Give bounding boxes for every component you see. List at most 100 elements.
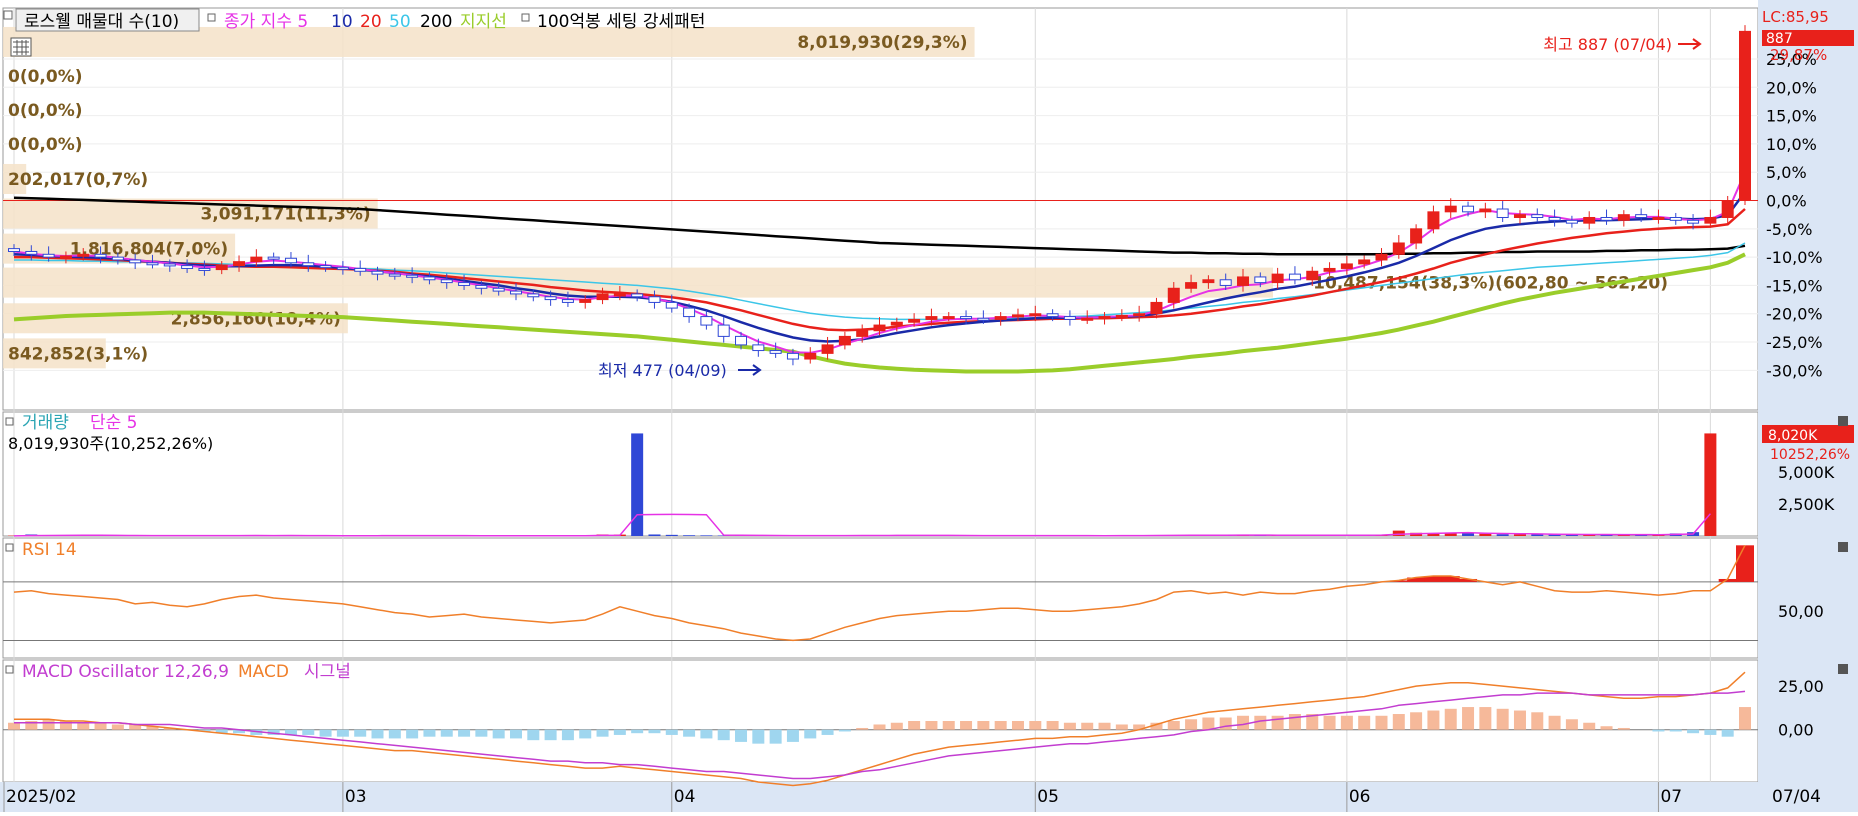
candle-body (1272, 274, 1283, 282)
candle-body (961, 317, 972, 319)
macd-osc-bar (995, 721, 1007, 730)
macd-osc-bar (1324, 716, 1336, 730)
macd-osc-bar (770, 730, 782, 744)
macd-osc-bar (320, 730, 332, 737)
high-annotation: 최고 887 (07/04) (1543, 35, 1672, 54)
close-icon[interactable] (1838, 664, 1848, 674)
candle-body (1653, 217, 1664, 219)
macd-osc-bar (1427, 711, 1439, 730)
candle-body (182, 266, 193, 269)
close-icon[interactable] (1838, 542, 1848, 552)
macd-osc-bar (1670, 730, 1682, 732)
candle-body (1636, 215, 1647, 218)
legend-box-icon (6, 544, 13, 551)
candle-body (770, 351, 781, 354)
candle-body (372, 271, 383, 274)
candle-body (1688, 220, 1699, 223)
macd-osc-bar (337, 730, 349, 737)
low-annotation: 최저 477 (04/09) (598, 361, 727, 380)
candle-body (216, 266, 227, 270)
candle-body (1238, 277, 1249, 285)
candle-body (597, 294, 608, 300)
macd-osc-bar (1099, 723, 1111, 730)
candle-body (753, 345, 764, 351)
volume-bar (683, 535, 695, 536)
price-tick: 5,0% (1766, 163, 1807, 182)
macd-osc-bar (1618, 728, 1630, 730)
stock-chart: 8,019,930(29,3%)0(0,0%)0(0,0%)0(0,0%)202… (0, 0, 1858, 812)
macd-osc-bar (839, 730, 851, 732)
candle-body (1359, 260, 1370, 264)
macd-osc-bar (441, 730, 453, 737)
candle-body (857, 331, 868, 337)
candle-body (407, 275, 418, 277)
candle-body (1012, 315, 1023, 317)
close-icon[interactable] (1838, 416, 1848, 426)
candle-body (441, 280, 452, 283)
chart-canvas: 8,019,930(29,3%)0(0,0%)0(0,0%)0(0,0%)202… (0, 0, 1858, 812)
macd-osc-bar (77, 723, 89, 730)
macd-osc-bar (354, 730, 366, 737)
candle-body (43, 254, 54, 257)
candle-body (1428, 212, 1439, 229)
profile-label: 842,852(3,1%) (8, 344, 148, 364)
candle-body (1134, 314, 1145, 316)
macd-osc-bar (95, 723, 107, 730)
candle-body (459, 283, 470, 286)
candle-body (1099, 317, 1110, 319)
candle-body (26, 251, 37, 254)
candle-body (666, 302, 677, 308)
candle-body (528, 294, 539, 297)
candle-body (545, 297, 556, 300)
candle-body (1116, 315, 1127, 317)
candle-body (268, 257, 279, 259)
macd-osc-bar (1185, 719, 1197, 729)
x-label: 05 (1037, 787, 1059, 807)
macd-osc-bar (493, 730, 505, 739)
macd-osc-bar (389, 730, 401, 739)
candle-body (1411, 229, 1422, 243)
macd-osc-bar (1652, 730, 1664, 732)
volume-bar (666, 535, 678, 536)
macd-osc-bar (1566, 719, 1578, 729)
volume-bar (1479, 534, 1491, 536)
macd-osc-bar (423, 730, 435, 737)
candle-body (285, 258, 296, 263)
macd-osc-bar (822, 730, 834, 735)
macd-osc-bar (302, 730, 314, 735)
candle-body (1497, 209, 1508, 217)
candle-body (389, 274, 400, 276)
macd-osc-bar (631, 730, 643, 733)
macd-osc-bar (1583, 723, 1595, 730)
candle-body (78, 254, 89, 256)
legend-support: 지지선 (460, 12, 507, 32)
macd-osc-bar (960, 721, 972, 730)
candle-body (1740, 31, 1751, 200)
candle-body (1255, 277, 1266, 283)
legend-rsi: RSI 14 (22, 540, 77, 560)
volume-tick: 2,500K (1778, 495, 1835, 514)
macd-osc-bar (1168, 721, 1180, 730)
legend-macd-osc: MACD Oscillator 12,26,9 (22, 662, 229, 682)
macd-osc-bar (1254, 716, 1266, 730)
candle-body (1047, 314, 1058, 317)
candle-body (684, 308, 695, 316)
macd-osc-bar (1514, 711, 1526, 730)
candle-body (1514, 215, 1525, 218)
legend-vol-ma: 단순 5 (90, 413, 138, 433)
candle-body (943, 317, 954, 319)
macd-osc-bar (735, 730, 747, 742)
candle-body (1168, 288, 1179, 302)
candle-body (649, 297, 660, 303)
macd-osc-bar (943, 721, 955, 730)
legend-volume: 거래량 (22, 413, 69, 433)
candle-body (476, 285, 487, 288)
candle-body (1566, 220, 1577, 223)
profile-label: 202,017(0,7%) (8, 170, 148, 190)
x-label: 04 (674, 787, 696, 807)
price-tick: 0,0% (1766, 192, 1807, 211)
profile-label: 8,019,930(29,3%) (797, 33, 967, 53)
candle-body (632, 294, 643, 297)
candle-body (1376, 254, 1387, 260)
candle-body (164, 264, 175, 266)
